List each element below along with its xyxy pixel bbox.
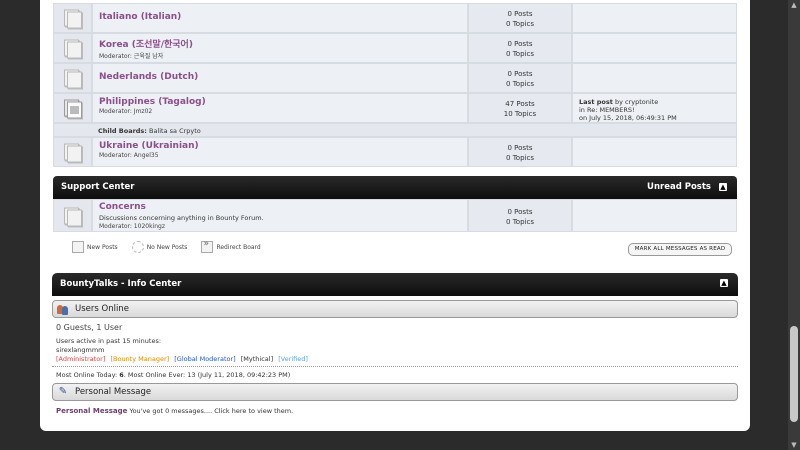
last-post-info: Last post by cryptonite in Re: MEMBERS! …: [572, 93, 737, 123]
group-bounty-manager[interactable]: [Bounty Manager]: [110, 355, 169, 363]
board-posts-count: 0 Posts: [507, 70, 533, 78]
no-new-posts-icon: [64, 207, 82, 226]
info-center-header[interactable]: BountyTalks - Info Center ▲: [52, 273, 738, 296]
board-posts-count: 0 Posts: [507, 144, 533, 152]
member-groups: [Administrator] [Bounty Manager] [Global…: [56, 355, 311, 363]
personal-message-icon: ✎: [58, 386, 68, 397]
active-users-label: Users active in past 15 minutes:: [56, 337, 162, 345]
no-new-posts-icon: [64, 9, 82, 29]
board-moderator[interactable]: Moderator: Angel35: [99, 152, 461, 159]
board-link-philippines[interactable]: Philippines (Tagalog): [99, 97, 206, 107]
group-verified[interactable]: [Verified]: [278, 355, 308, 363]
collapse-arrow-icon[interactable]: ▲: [720, 279, 728, 287]
divider: [52, 366, 738, 367]
last-post-date: on July 15, 2018, 06:49:31 PM: [579, 114, 677, 122]
board-moderator[interactable]: Moderator: 근육질 남자: [99, 51, 461, 60]
unread-posts-link[interactable]: Unread Posts: [647, 182, 711, 192]
board-topics-count: 0 Topics: [506, 154, 534, 162]
board-link-nederlands[interactable]: Nederlands (Dutch): [99, 72, 198, 82]
board-row-concerns: Concerns Discussions concerning anything…: [53, 199, 737, 232]
board-topics-count: 0 Topics: [506, 218, 534, 226]
scroll-down-arrow-icon[interactable]: ▼: [790, 440, 798, 450]
no-new-posts-icon: [131, 241, 144, 253]
board-topics-count: 0 Topics: [506, 80, 534, 88]
board-moderator[interactable]: Moderator: 1020kingz: [99, 223, 461, 230]
board-icon-legend: New Posts No New Posts Redirect Board: [72, 239, 261, 253]
personal-message-text[interactable]: You've got 0 messages.... Click here to …: [127, 407, 293, 415]
board-posts-count: 47 Posts: [505, 100, 535, 108]
collapse-arrow-icon[interactable]: ▲: [719, 183, 727, 191]
no-new-posts-icon: [64, 143, 82, 163]
board-posts-count: 0 Posts: [507, 10, 533, 18]
new-posts-icon: [72, 241, 84, 253]
page-scrollbar[interactable]: ▲ ▼: [788, 0, 800, 450]
online-stats: Most Online Today: 6. Most Online Ever: …: [56, 371, 291, 379]
board-row-ukraine: Ukraine (Ukrainian) Moderator: Angel35 0 …: [53, 137, 737, 167]
new-posts-icon: [64, 99, 82, 119]
last-post-topic-link[interactable]: in Re: MEMBERS!: [579, 106, 730, 114]
board-link-ukraine[interactable]: Ukraine (Ukrainian): [99, 141, 199, 151]
board-topics-count: 0 Topics: [506, 50, 534, 58]
child-boards: Child Boards: Balita sa Crpyto: [53, 123, 737, 137]
group-global-moderator[interactable]: [Global Moderator]: [174, 355, 235, 363]
group-administrator[interactable]: [Administrator]: [56, 355, 105, 363]
board-posts-count: 0 Posts: [507, 208, 533, 216]
personal-message-link[interactable]: Personal Message: [56, 407, 127, 415]
online-count: 0 Guests, 1 User: [56, 323, 123, 332]
group-mythical[interactable]: [Mythical]: [241, 355, 273, 363]
scrollbar-thumb[interactable]: [790, 326, 798, 422]
no-new-posts-icon: [64, 39, 82, 59]
active-user-link[interactable]: sirexlangmmm: [56, 346, 104, 354]
scroll-up-arrow-icon[interactable]: ▲: [790, 0, 798, 10]
board-topics-count: 0 Topics: [506, 20, 534, 28]
mark-all-read-button[interactable]: MARK ALL MESSAGES AS READ: [628, 243, 732, 256]
category-title: Support Center: [61, 182, 135, 192]
board-moderator[interactable]: Moderator: Jmz02: [99, 108, 461, 115]
board-row-italiano: Italiano (Italian) 0 Posts 0 Topics: [53, 3, 737, 33]
users-online-header: Users Online: [52, 300, 738, 318]
users-icon: [57, 303, 69, 315]
redirect-board-icon: [201, 239, 214, 253]
board-row-korea: Korea (조선말/한국어) Moderator: 근육질 남자 0 Posts…: [53, 33, 737, 63]
board-link-concerns[interactable]: Concerns: [99, 202, 146, 212]
last-post-author[interactable]: by cryptonite: [613, 98, 658, 106]
child-board-link[interactable]: Balita sa Crpyto: [149, 127, 201, 135]
personal-message-header: ✎ Personal Message: [52, 383, 738, 401]
board-topics-count: 10 Topics: [503, 110, 537, 118]
info-center-title: BountyTalks - Info Center: [60, 279, 182, 289]
no-new-posts-icon: [64, 69, 82, 89]
board-posts-count: 0 Posts: [507, 40, 533, 48]
board-description: Discussions concerning anything in Bount…: [99, 214, 264, 222]
category-header-support-center[interactable]: Support Center Unread Posts ▲: [53, 176, 737, 199]
board-link-korea[interactable]: Korea (조선말/한국어): [99, 40, 193, 50]
personal-message-line: Personal Message You've got 0 messages..…: [56, 407, 293, 415]
board-row-nederlands: Nederlands (Dutch) 0 Posts 0 Topics: [53, 63, 737, 93]
board-link-italiano[interactable]: Italiano (Italian): [99, 12, 181, 22]
board-row-philippines: Philippines (Tagalog) Moderator: Jmz02 47…: [53, 93, 737, 123]
